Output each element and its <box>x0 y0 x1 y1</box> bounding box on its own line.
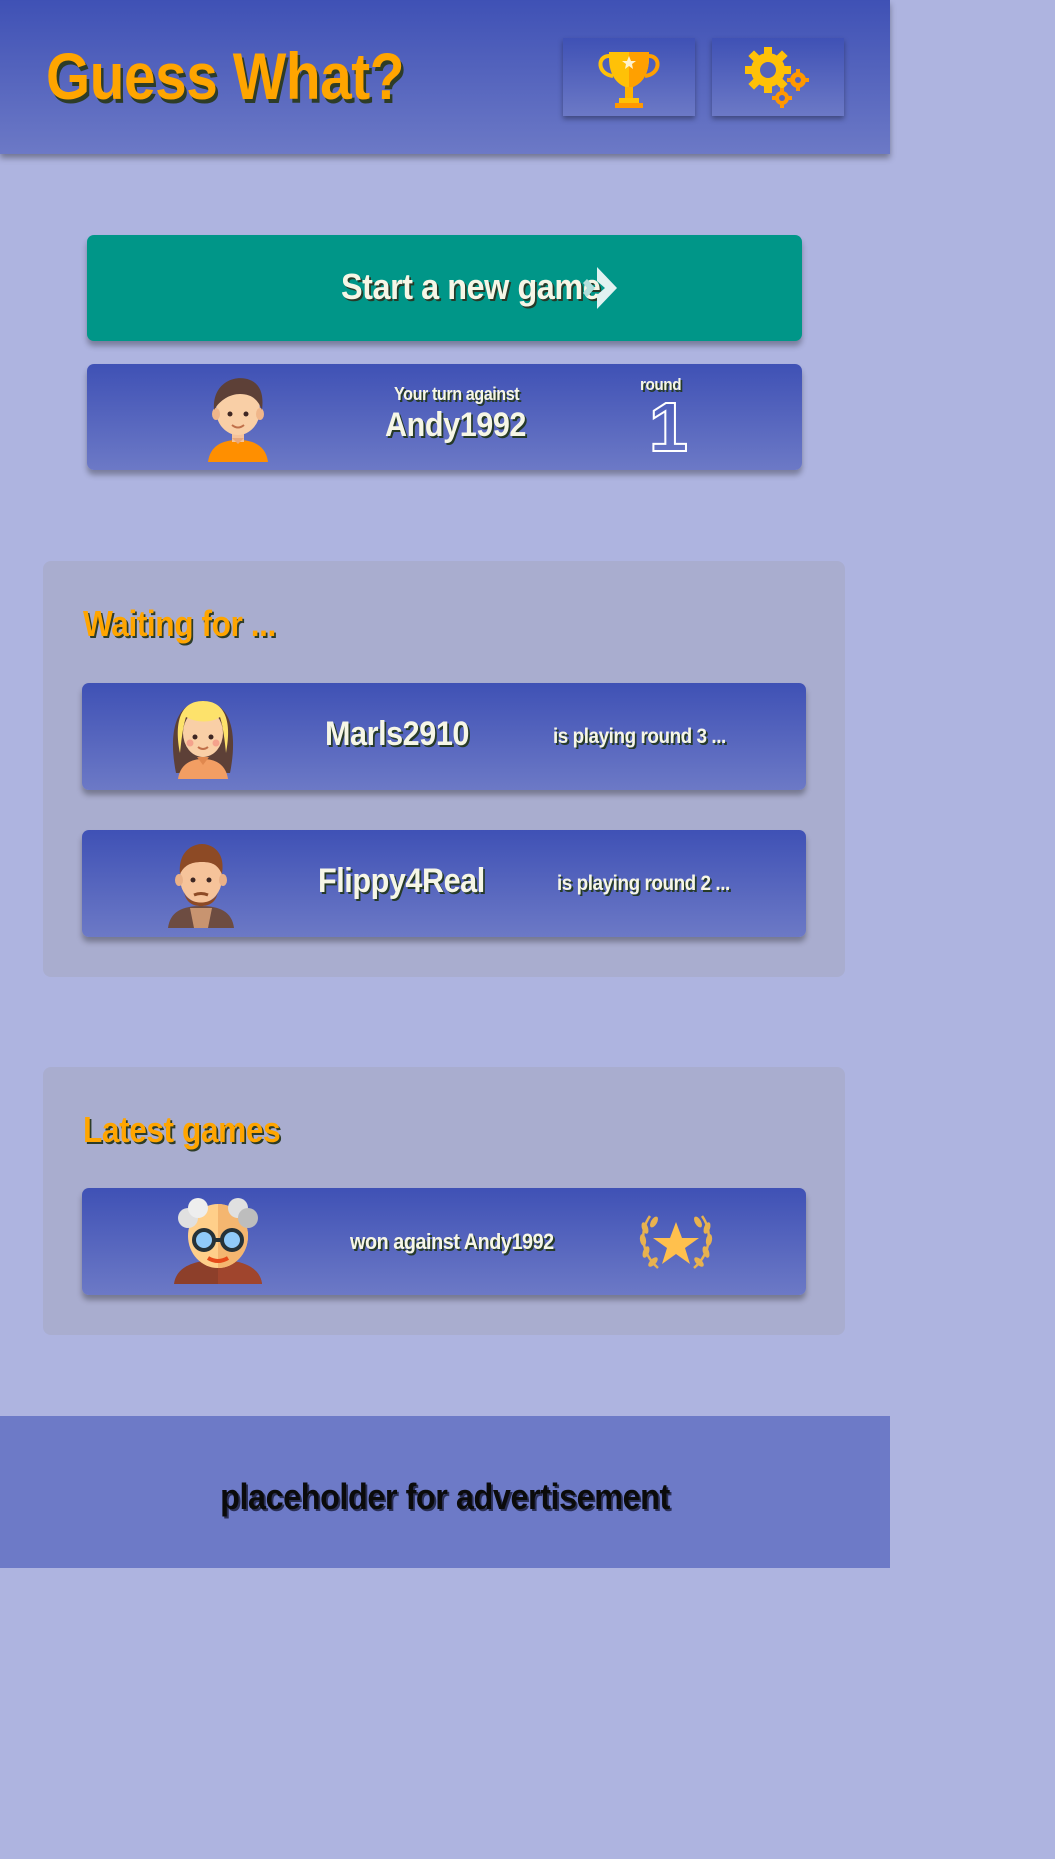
waiting-panel: Waiting for ... Marls2910 is playing rou… <box>43 561 845 977</box>
girl-avatar <box>172 701 234 779</box>
waiting-title: Waiting for ... <box>83 603 276 644</box>
game-result: won against Andy1992 <box>350 1229 554 1254</box>
trophy-icon <box>598 52 660 108</box>
player-status: is playing round 3 ... <box>553 725 726 748</box>
round-number: 1 <box>648 388 689 466</box>
boy-avatar <box>208 378 268 462</box>
your-turn-card[interactable]: Your turn against Andy1992 round 1 <box>87 364 802 470</box>
player-status: is playing round 2 ... <box>557 872 730 895</box>
star-laurel-icon <box>639 1215 713 1269</box>
settings-button[interactable] <box>712 38 844 116</box>
advertisement-area[interactable]: placeholder for advertisement <box>0 1416 890 1568</box>
start-new-game-label: Start a new game <box>341 266 601 307</box>
player-name: Marls2910 <box>325 715 469 753</box>
latest-games-title: Latest games <box>83 1109 281 1150</box>
app-header: Guess What? <box>0 0 890 154</box>
waiting-item[interactable]: Marls2910 is playing round 3 ... <box>82 683 806 790</box>
turn-caption: Your turn against <box>394 384 520 404</box>
bearded-man-avatar <box>168 844 234 928</box>
waiting-item[interactable]: Flippy4Real is playing round 2 ... <box>82 830 806 937</box>
player-name: Flippy4Real <box>318 862 485 900</box>
old-man-avatar <box>174 1198 262 1284</box>
start-new-game-button[interactable]: Start a new game <box>87 235 802 341</box>
gear-icon <box>745 47 809 108</box>
advertisement-text: placeholder for advertisement <box>220 1476 670 1517</box>
double-chevron-right-icon <box>583 267 617 309</box>
app-title: Guess What? <box>46 39 404 113</box>
latest-game-item[interactable]: won against Andy1992 <box>82 1188 806 1295</box>
opponent-name: Andy1992 <box>385 406 526 444</box>
leaderboard-button[interactable] <box>563 38 695 116</box>
latest-games-panel: Latest games won against Andy1992 <box>43 1067 845 1335</box>
